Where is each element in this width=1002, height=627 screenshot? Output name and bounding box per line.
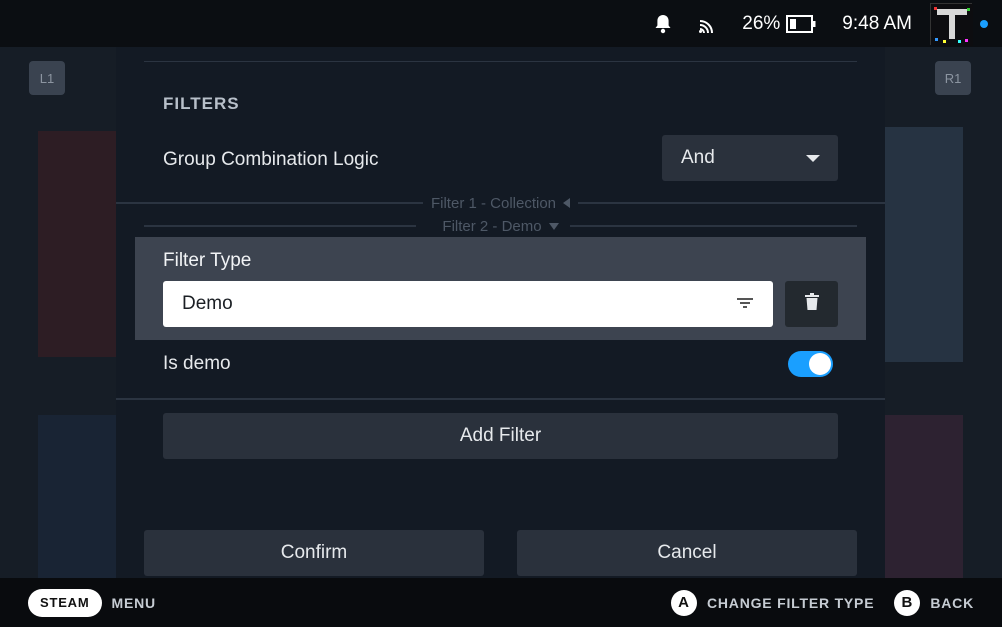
caret-down-icon xyxy=(548,222,559,230)
nav-right-button[interactable]: R1 xyxy=(935,61,971,95)
group-logic-label: Group Combination Logic xyxy=(163,149,379,170)
filter-dialog: FILTERS Group Combination Logic And Filt… xyxy=(116,47,886,578)
cancel-button[interactable]: Cancel xyxy=(517,530,857,576)
hint-change-filter-type: A CHANGE FILTER TYPE xyxy=(670,589,875,616)
filter-type-label: Filter Type xyxy=(163,250,252,271)
add-filter-button[interactable]: Add Filter xyxy=(163,413,838,459)
filter-type-value: Demo xyxy=(182,293,233,314)
filter-list-icon xyxy=(737,293,753,315)
filter-2-title: Filter 2 - Demo xyxy=(442,217,542,235)
divider xyxy=(144,61,857,62)
filter-1-title: Filter 1 - Collection xyxy=(430,194,557,212)
caret-left-icon xyxy=(563,198,571,208)
menu-label: MENU xyxy=(111,594,156,611)
battery-percent: 26% xyxy=(742,12,781,34)
confirm-button[interactable]: Confirm xyxy=(144,530,484,576)
battery-icon xyxy=(786,14,816,33)
chevron-down-icon xyxy=(806,154,820,162)
b-button-icon: B xyxy=(894,589,921,616)
filter-type-dropdown[interactable]: Demo xyxy=(163,281,773,327)
library-background-left: L1 xyxy=(0,47,116,578)
a-button-icon: A xyxy=(670,589,697,616)
is-demo-label: Is demo xyxy=(163,353,231,374)
divider xyxy=(144,225,416,227)
trash-icon xyxy=(804,293,819,315)
group-logic-value: And xyxy=(681,147,715,168)
clock: 9:48 AM xyxy=(842,12,912,34)
group-logic-dropdown[interactable]: And xyxy=(662,135,838,181)
bottom-hint-bar: STEAM MENU A CHANGE FILTER TYPE B BACK xyxy=(0,578,1002,627)
hint-back: B BACK xyxy=(894,589,974,616)
is-demo-toggle[interactable] xyxy=(788,351,833,377)
bell-icon[interactable] xyxy=(654,14,672,34)
steam-button[interactable]: STEAM xyxy=(28,588,102,617)
hint-a-label: CHANGE FILTER TYPE xyxy=(706,594,875,611)
avatar[interactable] xyxy=(930,2,973,46)
status-bar: 26% 9:48 AM xyxy=(0,0,1002,47)
toggle-knob xyxy=(809,353,831,375)
delete-filter-button[interactable] xyxy=(785,281,838,327)
section-title: FILTERS xyxy=(163,94,240,113)
online-status-dot xyxy=(980,19,988,28)
filter-type-row: Filter Type Demo xyxy=(135,237,866,340)
library-background-right: R1 xyxy=(885,47,1002,578)
divider xyxy=(570,225,857,227)
hint-b-label: BACK xyxy=(930,594,974,611)
filter-1-header[interactable]: Filter 1 - Collection xyxy=(116,194,886,212)
nav-left-button[interactable]: L1 xyxy=(29,61,65,95)
divider xyxy=(116,398,885,400)
cast-icon xyxy=(698,15,718,33)
